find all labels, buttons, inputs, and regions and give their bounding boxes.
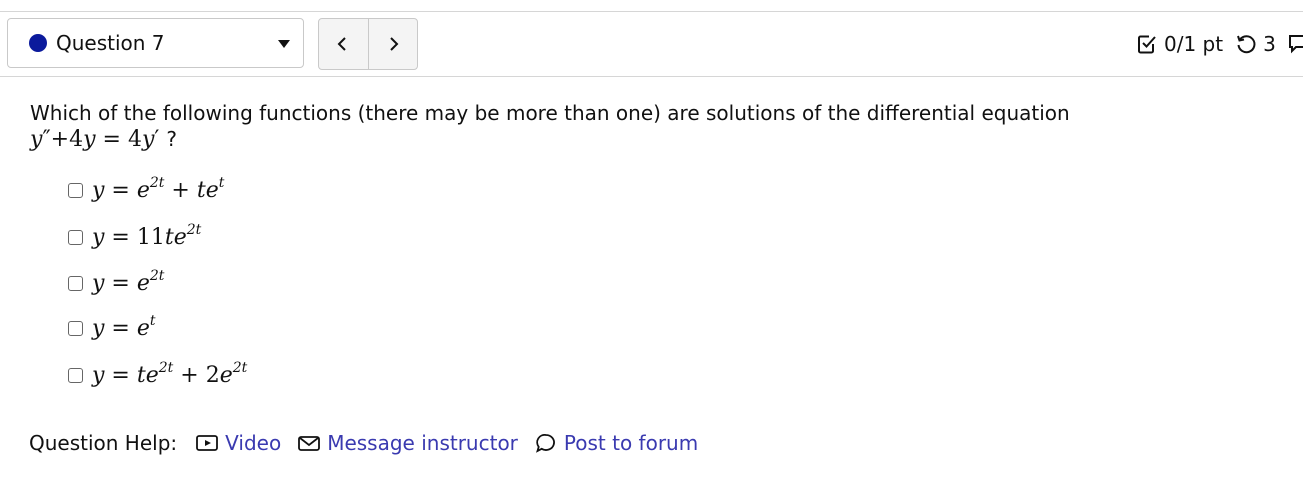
score-points: 0/1 pt xyxy=(1164,32,1224,56)
choice-1[interactable]: y = e2t + tet xyxy=(68,175,225,203)
choice-2[interactable]: y = 11te2t xyxy=(68,222,202,250)
question-help-label: Question Help: xyxy=(29,431,178,455)
choice-3-label: y = e2t xyxy=(92,268,165,296)
mail-icon xyxy=(298,436,321,451)
message-instructor-label: Message instructor xyxy=(327,431,518,455)
video-icon xyxy=(196,435,219,451)
retries-remaining: 3 xyxy=(1263,32,1276,56)
speech-bubble-icon xyxy=(535,434,555,453)
choice-4-checkbox[interactable] xyxy=(68,321,83,336)
choice-5[interactable]: y = te2t + 2e2t xyxy=(68,360,248,388)
video-link-label: Video xyxy=(225,431,282,455)
score-area: 0/1 pt 3 xyxy=(1136,32,1303,56)
details-icon[interactable] xyxy=(1286,33,1303,55)
next-question-button[interactable] xyxy=(367,19,418,69)
dropdown-caret-icon xyxy=(278,40,290,48)
choice-2-label: y = 11te2t xyxy=(92,222,202,250)
question-help: Question Help: Video Message instructor … xyxy=(29,431,714,455)
previous-question-button[interactable] xyxy=(319,19,368,69)
choice-4-label: y = et xyxy=(92,313,156,341)
choice-5-label: y = te2t + 2e2t xyxy=(92,360,248,388)
question-prompt: Which of the following functions (there … xyxy=(30,100,1270,153)
question-selector-label: Question 7 xyxy=(56,31,165,55)
top-divider xyxy=(0,11,1303,12)
choice-3[interactable]: y = e2t xyxy=(68,268,165,296)
choice-4[interactable]: y = et xyxy=(68,313,156,341)
chevron-left-icon xyxy=(337,37,346,51)
post-to-forum-label: Post to forum xyxy=(563,431,699,455)
video-link[interactable]: Video xyxy=(195,431,281,455)
choice-1-checkbox[interactable] xyxy=(68,183,83,198)
question-status-dot xyxy=(29,34,47,52)
checkbox-check-icon xyxy=(1136,33,1158,55)
choice-2-checkbox[interactable] xyxy=(68,230,83,245)
question-nav xyxy=(318,18,418,70)
header-divider xyxy=(0,76,1303,77)
differential-equation: y″+4y = 4y′ ? xyxy=(30,127,178,152)
question-text: Which of the following functions (there … xyxy=(30,101,1070,125)
chevron-right-icon xyxy=(390,37,399,51)
retry-icon xyxy=(1235,33,1257,55)
choice-5-checkbox[interactable] xyxy=(68,368,83,383)
message-instructor-link[interactable]: Message instructor xyxy=(297,431,518,455)
post-to-forum-link[interactable]: Post to forum xyxy=(534,431,698,455)
choice-3-checkbox[interactable] xyxy=(68,276,83,291)
question-selector[interactable]: Question 7 xyxy=(7,18,304,68)
choice-1-label: y = e2t + tet xyxy=(92,175,225,203)
